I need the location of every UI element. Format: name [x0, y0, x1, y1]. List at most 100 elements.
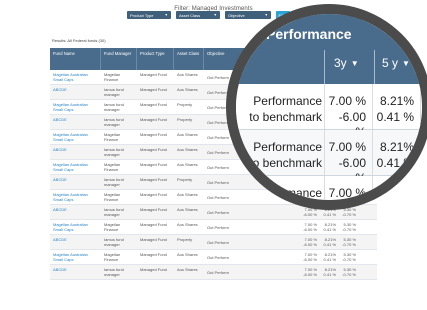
- fund-name-link[interactable]: Magellan Australian Small Caps: [50, 130, 101, 144]
- benchmark-value: -0.70 %: [342, 272, 356, 277]
- benchmark-value: 0.41 %: [323, 212, 336, 217]
- fund-manager: Magellan Finance: [104, 72, 121, 82]
- zoom-column-divider: [420, 84, 421, 129]
- benchmark-value: -0.70 %: [342, 212, 356, 217]
- zoom-header-divider: [324, 50, 325, 84]
- perf-v3-cell: 7.00 %-6.00 %: [300, 220, 319, 234]
- asset-class: Aus Shares: [177, 162, 198, 167]
- zoom-label-line1: Performance: [253, 94, 322, 108]
- product-type: Managed Fund: [140, 237, 167, 242]
- zoom-v7-cell: 5.30 %-0.70 %: [422, 94, 427, 141]
- zoom-col-3y-label: 3y: [334, 56, 347, 70]
- objective: Out Perform: [207, 224, 229, 230]
- zoom-perf-value: 7.00 %: [328, 94, 366, 108]
- zoom-row-label: Performanceto benchmark: [244, 140, 322, 171]
- col-fund-manager[interactable]: Fund Manager: [101, 48, 137, 70]
- perf-v3-cell: 7.00 %-6.00 %: [300, 265, 319, 279]
- fund-name-link[interactable]: ABCDE: [50, 235, 101, 249]
- chevron-down-icon: ▼: [213, 13, 217, 17]
- fund-manager: Iamus fund manager: [104, 117, 124, 127]
- asset-class-select[interactable]: Asset Class ▼: [176, 11, 220, 19]
- asset-class: Aus Shares: [177, 72, 198, 77]
- chevron-down-icon: ▼: [164, 13, 168, 17]
- fund-name-link[interactable]: ABCDE: [50, 175, 101, 189]
- benchmark-value: -6.00 %: [303, 272, 317, 277]
- perf-v3-cell: 7.00 %-6.00 %: [300, 250, 319, 264]
- zoom-col-3y[interactable]: 3y ▼: [334, 56, 359, 70]
- zoom-label-line2: to benchmark: [249, 155, 322, 170]
- asset-class: Property: [177, 117, 193, 122]
- col-product-type[interactable]: Product Type: [137, 48, 174, 70]
- fund-name-link[interactable]: Magellan Australian Small Caps: [50, 190, 101, 204]
- asset-class-label: Asset Class: [179, 12, 201, 18]
- zoom-col-5y-label: 5 y: [382, 56, 399, 70]
- objective: Out Perform: [207, 239, 229, 245]
- benchmark-value: 0.41 %: [323, 227, 336, 232]
- fund-manager: Iamus fund manager: [104, 177, 124, 187]
- fund-name-link[interactable]: ABCDE: [50, 205, 101, 219]
- fund-name-link[interactable]: ABCDE: [50, 115, 101, 129]
- product-type-select[interactable]: Product Type ▼: [127, 11, 171, 19]
- asset-class: Property: [177, 237, 193, 242]
- zoom-column-divider: [420, 130, 421, 175]
- zoom-header-divider: [422, 50, 423, 84]
- fund-manager: Magellan Finance: [104, 252, 121, 262]
- fund-manager: Magellan Finance: [104, 162, 121, 172]
- product-type: Managed Fund: [140, 72, 167, 77]
- fund-manager: Iamus fund manager: [104, 87, 124, 97]
- fund-name-link[interactable]: Magellan Australian Small Caps: [50, 100, 101, 114]
- table-row[interactable]: ABCDE Iamus fund manager Managed Fund Aus S…: [50, 265, 377, 280]
- zoom-perf-value: 8.21%: [379, 94, 414, 108]
- zoom-v5-cell: 8.21% 0.41 %: [374, 186, 414, 200]
- asset-class: Aus Shares: [177, 132, 198, 137]
- zoom-v5-cell: 8.21% 0.41 %: [374, 94, 414, 125]
- table-row[interactable]: ABCDE Iamus fund manager Managed Fund Prope…: [50, 235, 377, 250]
- zoom-perf-value: 5.30 %: [422, 186, 427, 202]
- objective: Out Perform: [207, 269, 229, 275]
- fund-name-link[interactable]: ABCDE: [50, 265, 101, 279]
- zoom-col-5y[interactable]: 5 y ▼: [382, 56, 410, 70]
- zoom-label-line1: Performance: [253, 140, 322, 154]
- zoom-row: Performanceto benchmark7.00 %-6.00 %8.21…: [236, 84, 422, 139]
- zoom-benchmark-value: -0.70 %: [422, 156, 427, 187]
- chevron-down-icon: ▼: [402, 58, 410, 68]
- zoom-header-title: Performance: [266, 26, 352, 42]
- table-row[interactable]: Magellan Australian Small Caps Magellan F…: [50, 220, 377, 235]
- col-fund-name[interactable]: Fund Name: [50, 48, 101, 70]
- fund-manager: Magellan Finance: [104, 222, 121, 232]
- product-type: Managed Fund: [140, 102, 167, 107]
- fund-name-link[interactable]: ABCDE: [50, 85, 101, 99]
- perf-v5-cell: 8.21%0.41 %: [319, 220, 338, 234]
- product-type: Managed Fund: [140, 177, 167, 182]
- zoom-column-divider: [324, 84, 325, 129]
- fund-manager: Iamus fund manager: [104, 147, 124, 157]
- product-type: Managed Fund: [140, 117, 167, 122]
- fund-manager: Magellan Finance: [104, 132, 121, 142]
- zoom-benchmark-value: -0.70 %: [422, 110, 427, 141]
- zoom-column-divider: [324, 130, 325, 175]
- fund-name-link[interactable]: Magellan Australian Small Caps: [50, 250, 101, 264]
- fund-name-link[interactable]: Magellan Australian Small Caps: [50, 160, 101, 174]
- chevron-down-icon: ▼: [350, 58, 359, 68]
- zoom-column-divider: [324, 176, 325, 200]
- zoom-column-divider: [372, 84, 373, 129]
- fund-name-link[interactable]: Magellan Australian Small Caps: [50, 70, 101, 84]
- asset-class: Aus Shares: [177, 252, 198, 257]
- zoom-benchmark-value: 0.41 %: [376, 155, 414, 170]
- fund-name-link[interactable]: Magellan Australian Small Caps: [50, 220, 101, 234]
- fund-name-link[interactable]: ABCDE: [50, 145, 101, 159]
- col-asset-class[interactable]: Asset Class: [174, 48, 204, 70]
- perf-v5-cell: 8.21%0.41 %: [319, 250, 338, 264]
- results-count: Results: All Federal funds (30): [52, 38, 106, 43]
- product-type: Managed Fund: [140, 87, 167, 92]
- zoom-row-label: Performanceto benchmark: [244, 94, 322, 125]
- product-type: Managed Fund: [140, 162, 167, 167]
- perf-v3-cell: 7.00 %-6.00 %: [300, 235, 319, 249]
- zoom-benchmark-value: -0.70 %: [422, 202, 427, 210]
- table-row[interactable]: Magellan Australian Small Caps Magellan F…: [50, 250, 377, 265]
- zoom-perf-value: 5.30 %: [422, 94, 427, 110]
- asset-class: Aus Shares: [177, 207, 198, 212]
- asset-class: Aus Shares: [177, 192, 198, 197]
- benchmark-value: -6.00 %: [303, 242, 317, 247]
- zoom-perf-value: 8.21%: [379, 186, 414, 200]
